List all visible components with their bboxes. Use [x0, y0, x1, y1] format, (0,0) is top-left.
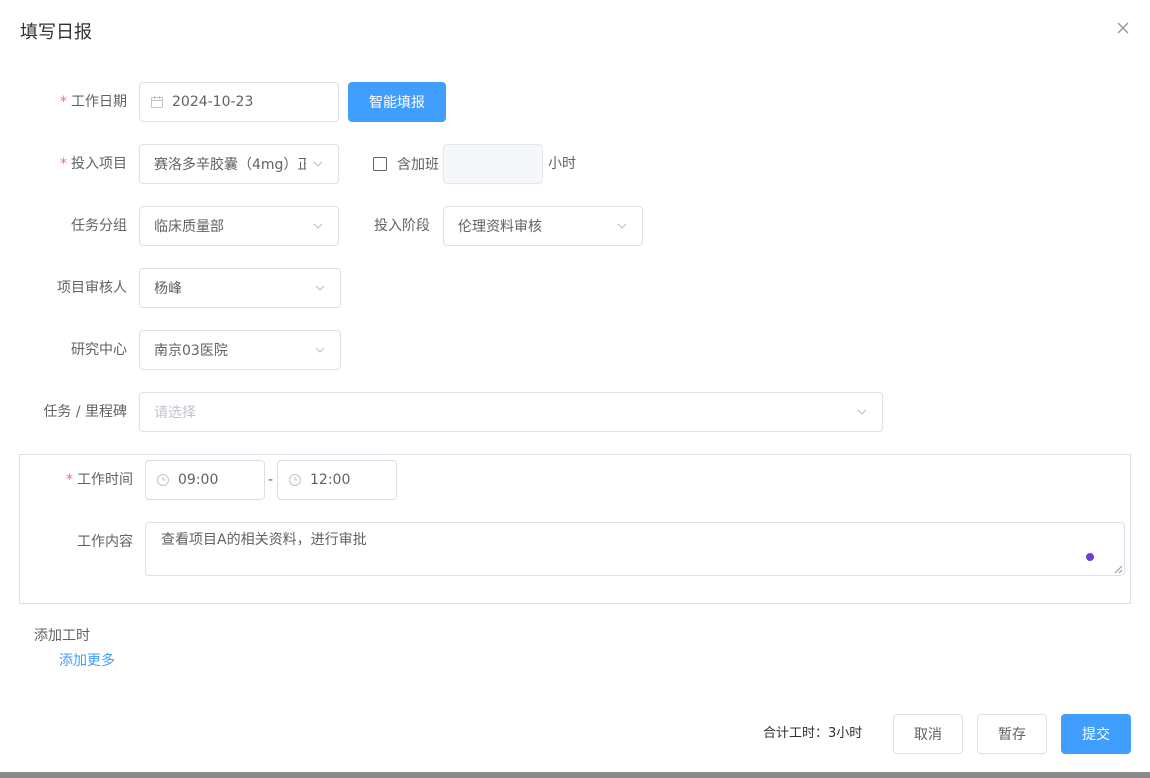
- checkbox-box[interactable]: [373, 157, 387, 171]
- project-value: 赛洛多辛胶囊（4mg）正: [154, 157, 306, 173]
- work-content-label: 工作内容: [77, 534, 133, 550]
- task-group-select[interactable]: 临床质量部: [139, 206, 339, 246]
- project-label-text: 投入项目: [71, 156, 127, 172]
- center-value: 南京03医院: [154, 343, 228, 359]
- work-content-textarea[interactable]: 查看项目A的相关资料，进行审批: [145, 522, 1125, 576]
- end-time-picker[interactable]: 12:00: [277, 460, 397, 500]
- work-date-label-text: 工作日期: [71, 94, 127, 110]
- task-group-label: 任务分组: [71, 218, 127, 234]
- save-draft-button[interactable]: 暂存: [977, 714, 1047, 754]
- start-time-value: 09:00: [178, 472, 219, 488]
- work-time-label-text: 工作时间: [77, 472, 133, 488]
- start-time-picker[interactable]: 09:00: [145, 460, 265, 500]
- work-date-label: * 工作日期: [40, 82, 127, 122]
- chevron-down-icon: [313, 223, 323, 229]
- submit-button[interactable]: 提交: [1061, 714, 1131, 754]
- clock-icon: [289, 474, 301, 486]
- chevron-down-icon: [313, 161, 323, 167]
- cancel-button[interactable]: 取消: [893, 714, 963, 754]
- task-group-value: 临床质量部: [154, 219, 224, 235]
- clock-icon: [157, 474, 169, 486]
- stage-select[interactable]: 伦理资料审核: [443, 206, 643, 246]
- reviewer-label: 项目审核人: [57, 280, 127, 296]
- project-select[interactable]: 赛洛多辛胶囊（4mg）正: [139, 144, 339, 184]
- chevron-down-icon: [315, 285, 325, 291]
- milestone-select[interactable]: 请选择: [139, 392, 883, 432]
- required-mark: *: [66, 472, 73, 488]
- project-label: * 投入项目: [40, 144, 127, 184]
- stage-value: 伦理资料审核: [458, 219, 542, 235]
- reviewer-value: 杨峰: [154, 281, 182, 297]
- assistant-dot-icon[interactable]: [1086, 553, 1094, 561]
- hours-unit: 小时: [548, 156, 576, 172]
- reviewer-select[interactable]: 杨峰: [139, 268, 341, 308]
- overtime-label: 含加班: [397, 157, 439, 173]
- required-mark: *: [60, 156, 67, 172]
- overtime-hours-input[interactable]: [443, 144, 543, 184]
- stage-label: 投入阶段: [374, 218, 430, 234]
- chevron-down-icon: [617, 223, 627, 229]
- resize-handle-icon[interactable]: [1113, 564, 1123, 574]
- work-date-picker[interactable]: 2024-10-23: [139, 82, 339, 122]
- milestone-placeholder: 请选择: [154, 405, 196, 421]
- smart-fill-button[interactable]: 智能填报: [348, 82, 446, 122]
- close-icon[interactable]: [1114, 19, 1132, 37]
- milestone-label: 任务 / 里程碑: [43, 404, 127, 420]
- chevron-down-icon: [315, 347, 325, 353]
- add-more-link[interactable]: 添加更多: [59, 650, 115, 670]
- work-date-value: 2024-10-23: [172, 94, 254, 110]
- bottom-edge: [0, 772, 1150, 778]
- overtime-checkbox[interactable]: 含加班: [373, 157, 439, 173]
- dialog-title: 填写日报: [20, 22, 92, 43]
- daily-report-dialog: 填写日报 * 工作日期 2024-10-23 智能填报 * 投入项目 赛洛多辛胶囊（…: [0, 0, 1150, 772]
- work-time-label: * 工作时间: [40, 460, 133, 500]
- time-separator: -: [268, 472, 274, 488]
- end-time-value: 12:00: [310, 472, 351, 488]
- center-select[interactable]: 南京03医院: [139, 330, 341, 370]
- calendar-icon: [151, 96, 163, 108]
- total-hours: 合计工时：3小时: [763, 726, 863, 741]
- required-mark: *: [60, 94, 67, 110]
- add-hours-label: 添加工时: [34, 628, 90, 644]
- center-label: 研究中心: [71, 342, 127, 358]
- chevron-down-icon: [857, 409, 867, 415]
